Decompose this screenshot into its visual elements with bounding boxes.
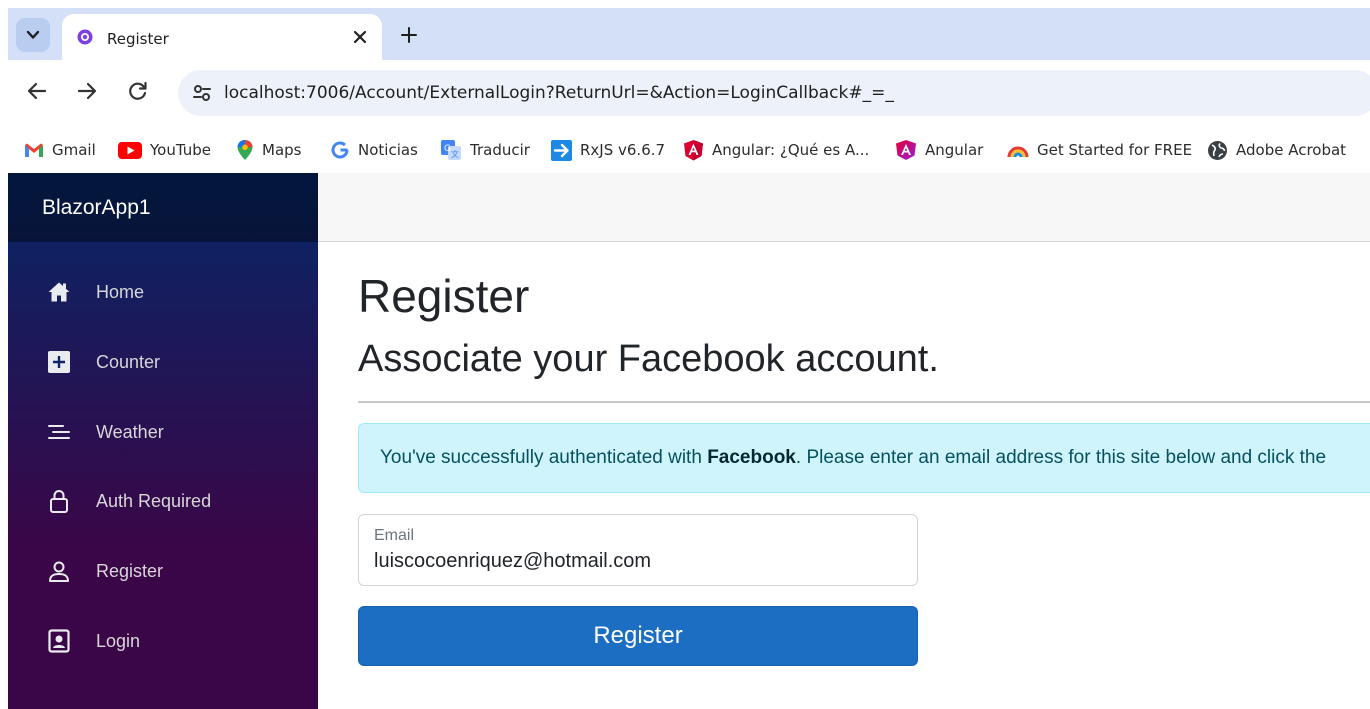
tab-close-button[interactable] bbox=[350, 27, 370, 47]
page-subtitle: Associate your Facebook account. bbox=[358, 338, 939, 380]
badge-icon bbox=[46, 628, 72, 654]
nav-item-home[interactable]: Home bbox=[36, 270, 296, 314]
bookmark-label: Get Started for FREE bbox=[1037, 141, 1193, 159]
plus-square-icon bbox=[46, 349, 72, 375]
email-field-group: Email bbox=[358, 514, 918, 586]
bookmark-angular[interactable]: Angular bbox=[895, 138, 983, 162]
lock-icon bbox=[46, 488, 72, 514]
globe-icon bbox=[1208, 140, 1227, 160]
bookmark-label: RxJS v6.6.7 bbox=[580, 141, 666, 159]
bookmark-label: Gmail bbox=[52, 141, 96, 159]
nav-label: Auth Required bbox=[96, 490, 212, 511]
tab-register[interactable]: Register bbox=[62, 14, 382, 60]
google-news-icon bbox=[331, 141, 349, 159]
bookmark-angular-que-es[interactable]: Angular: ¿Qué es A... bbox=[683, 138, 869, 162]
app-page: BlazorApp1 Home Counter Weather Auth Req bbox=[8, 173, 1370, 709]
bookmark-traducir[interactable]: G文 Traducir bbox=[440, 138, 530, 162]
info-alert: You've successfully authenticated with F… bbox=[358, 423, 1370, 493]
blazor-favicon-icon bbox=[77, 29, 93, 45]
browser-chrome: Register localhost:7006/Account/External… bbox=[8, 8, 1370, 173]
bookmark-label: Maps bbox=[262, 141, 302, 159]
nav-label: Counter bbox=[96, 351, 161, 372]
bookmark-noticias[interactable]: Noticias bbox=[330, 138, 418, 162]
bookmarks-bar: Gmail YouTube Maps Noticias G文 Traducir … bbox=[8, 126, 1370, 173]
gmail-icon bbox=[25, 143, 43, 157]
angular-icon bbox=[684, 140, 703, 161]
nav-label: Register bbox=[96, 560, 164, 581]
arrow-left-icon bbox=[27, 82, 47, 100]
bookmark-gmail[interactable]: Gmail bbox=[24, 138, 96, 162]
bookmark-label: Angular bbox=[925, 141, 984, 159]
email-field[interactable] bbox=[374, 547, 904, 575]
close-icon bbox=[353, 30, 367, 44]
youtube-icon bbox=[118, 141, 142, 159]
bookmark-adobe-acrobat[interactable]: Adobe Acrobat bbox=[1207, 138, 1346, 162]
tab-title: Register bbox=[107, 30, 169, 48]
nav-item-register[interactable]: Register bbox=[36, 549, 296, 593]
bookmark-label: Traducir bbox=[470, 141, 530, 159]
page-title: Register bbox=[358, 270, 530, 322]
nav-item-login[interactable]: Login bbox=[36, 619, 296, 663]
alert-provider: Facebook bbox=[707, 447, 796, 468]
reload-icon bbox=[129, 81, 147, 100]
tab-search-button[interactable] bbox=[16, 18, 50, 52]
angular-new-icon bbox=[896, 140, 916, 160]
person-icon bbox=[46, 558, 72, 584]
tab-strip: Register bbox=[8, 8, 1370, 60]
tune-icon bbox=[193, 85, 211, 101]
maps-icon bbox=[237, 140, 253, 160]
translate-icon: G文 bbox=[441, 140, 461, 160]
home-icon bbox=[46, 279, 72, 305]
svg-text:文: 文 bbox=[451, 149, 459, 159]
top-row bbox=[318, 173, 1370, 242]
bookmark-label: Angular: ¿Qué es A... bbox=[712, 141, 870, 159]
nav-item-weather[interactable]: Weather bbox=[36, 410, 296, 454]
alert-text-suffix: . Please enter an email address for this… bbox=[795, 447, 1327, 468]
plus-icon bbox=[401, 27, 417, 43]
sidebar: BlazorApp1 Home Counter Weather Auth Req bbox=[8, 173, 318, 709]
app-brand-link[interactable]: BlazorApp1 bbox=[42, 196, 151, 220]
address-bar[interactable]: localhost:7006/Account/ExternalLogin?Ret… bbox=[178, 70, 1370, 116]
bookmark-maps[interactable]: Maps bbox=[236, 138, 301, 162]
main-content: Register Associate your Facebook account… bbox=[318, 242, 1370, 709]
browser-toolbar: localhost:7006/Account/ExternalLogin?Ret… bbox=[8, 60, 1370, 126]
nav-item-counter[interactable]: Counter bbox=[36, 340, 296, 384]
bookmark-label: YouTube bbox=[150, 141, 211, 159]
forward-button[interactable] bbox=[74, 78, 100, 104]
bookmark-label: Noticias bbox=[358, 141, 418, 159]
svg-text:G: G bbox=[444, 144, 451, 154]
brand-bar: BlazorApp1 bbox=[8, 173, 318, 242]
back-button[interactable] bbox=[24, 78, 50, 104]
list-icon bbox=[46, 419, 72, 445]
arrow-right-icon bbox=[77, 82, 97, 100]
rxjs-icon bbox=[551, 139, 572, 161]
nav-label: Weather bbox=[96, 421, 164, 442]
chevron-down-icon bbox=[26, 30, 40, 39]
new-tab-button[interactable] bbox=[398, 24, 420, 46]
bookmark-youtube[interactable]: YouTube bbox=[118, 138, 211, 162]
bookmark-label: Adobe Acrobat bbox=[1236, 141, 1347, 159]
bookmark-get-started[interactable]: Get Started for FREE bbox=[1007, 138, 1192, 162]
reload-button[interactable] bbox=[125, 78, 151, 104]
alert-text-prefix: You've successfully authenticated with bbox=[380, 447, 708, 468]
register-button[interactable]: Register bbox=[358, 606, 918, 666]
email-label: Email bbox=[374, 527, 415, 544]
nav-label: Home bbox=[96, 281, 145, 302]
divider bbox=[358, 401, 1370, 403]
bookmark-rxjs[interactable]: RxJS v6.6.7 bbox=[551, 138, 665, 162]
nav-item-auth-required[interactable]: Auth Required bbox=[36, 479, 296, 523]
site-info-button[interactable] bbox=[188, 79, 216, 107]
rainbow-icon bbox=[1007, 146, 1029, 158]
url-text[interactable]: localhost:7006/Account/ExternalLogin?Ret… bbox=[224, 83, 894, 103]
nav-label: Login bbox=[96, 630, 141, 651]
